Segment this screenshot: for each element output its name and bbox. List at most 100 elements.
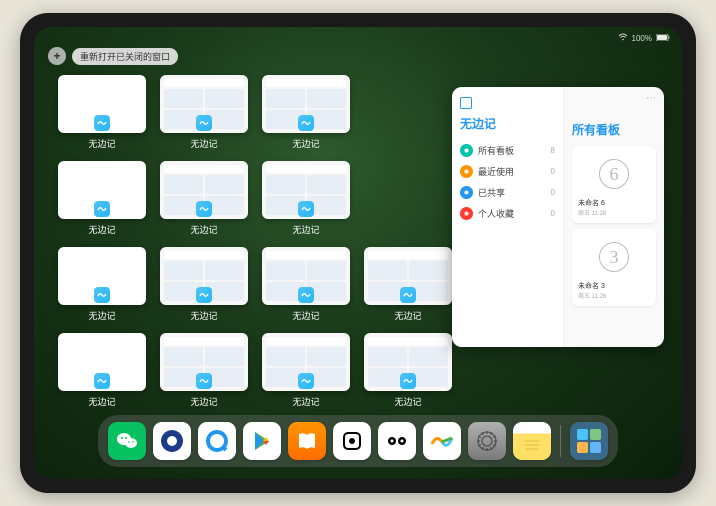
window-card[interactable]: 无边记 (58, 333, 146, 411)
new-window-button[interactable]: + (48, 47, 66, 65)
window-thumbnail[interactable] (160, 247, 248, 305)
freeform-app-icon (196, 373, 212, 389)
window-thumbnail[interactable] (160, 333, 248, 391)
sidebar-right-pane: 所有看板 6 未命名 6周五 11:28 3未命名 3周五 11:26 (564, 87, 664, 347)
sidebar-toggle-icon[interactable] (460, 97, 472, 109)
dock-app-connect[interactable] (378, 422, 416, 460)
wifi-icon (618, 33, 628, 43)
window-thumbnail[interactable] (58, 333, 146, 391)
sidebar-left-pane: 无边记 所有看板 8 最近使用0 已共享 0 个人收藏 0 (452, 87, 564, 347)
window-label: 无边记 (190, 309, 217, 322)
board-card[interactable]: 3未命名 3周五 11:26 (572, 229, 656, 306)
dock-app-dice[interactable] (333, 422, 371, 460)
ipad-screen: 100% + 重新打开已关闭的窗口 无边记无边记无边记无边记无边记无边记无边记无… (34, 27, 682, 479)
sidebar-item-icon (460, 144, 473, 157)
dock-app-books[interactable] (288, 422, 326, 460)
sidebar-item-count: 0 (551, 167, 555, 176)
dock-separator (560, 425, 561, 457)
freeform-app-icon (400, 287, 416, 303)
board-card[interactable]: 6 未命名 6周五 11:28 (572, 146, 656, 223)
window-card[interactable]: 无边记 (58, 161, 146, 239)
board-name: 未命名 6 (578, 198, 650, 208)
boards-title: 所有看板 (572, 121, 656, 138)
window-card[interactable]: 无边记 (160, 75, 248, 153)
window-thumbnail[interactable] (160, 75, 248, 133)
window-label: 无边记 (190, 137, 217, 150)
sidebar-item[interactable]: 最近使用0 (460, 161, 555, 182)
freeform-sidebar-window[interactable]: ⋯ 无边记 所有看板 8 最近使用0 已共享 0 个人收藏 0 所有看板 6 未命名 6周五 … (452, 87, 664, 347)
window-thumbnail[interactable] (262, 247, 350, 305)
dock-app-tencent-video[interactable] (153, 422, 191, 460)
window-card[interactable]: 无边记 (58, 75, 146, 153)
window-card[interactable]: 无边记 (160, 333, 248, 411)
window-thumbnail[interactable] (262, 75, 350, 133)
window-card[interactable]: 无边记 (262, 161, 350, 239)
sidebar-item-icon (460, 207, 473, 220)
window-label: 无边记 (292, 395, 319, 408)
dock-app-browser-q[interactable] (198, 422, 236, 460)
sidebar-item-label: 个人收藏 (478, 207, 514, 220)
freeform-app-icon (196, 115, 212, 131)
freeform-app-icon (94, 115, 110, 131)
battery-text: 100% (632, 34, 652, 43)
status-bar: 100% (34, 31, 682, 45)
window-label: 无边记 (190, 395, 217, 408)
window-label: 无边记 (190, 223, 217, 236)
top-controls: + 重新打开已关闭的窗口 (48, 47, 178, 65)
board-thumbnail: 6 (578, 152, 650, 196)
app-title: 无边记 (460, 115, 555, 132)
window-thumbnail[interactable] (160, 161, 248, 219)
battery-icon (656, 34, 670, 43)
freeform-app-icon (298, 115, 314, 131)
sidebar-item[interactable]: 所有看板 8 (460, 140, 555, 161)
window-label: 无边记 (292, 309, 319, 322)
window-card[interactable]: 无边记 (160, 161, 248, 239)
window-card[interactable]: 无边记 (262, 247, 350, 325)
window-card[interactable]: 无边记 (160, 247, 248, 325)
window-label: 无边记 (88, 223, 115, 236)
window-card[interactable]: 无边记 (262, 75, 350, 153)
window-card[interactable]: 无边记 (58, 247, 146, 325)
sidebar-item-label: 已共享 (478, 186, 505, 199)
freeform-app-icon (400, 373, 416, 389)
freeform-app-icon (298, 373, 314, 389)
dock-app-notes[interactable] (513, 422, 551, 460)
window-label: 无边记 (394, 309, 421, 322)
sidebar-item-label: 所有看板 (478, 144, 514, 157)
window-label: 无边记 (292, 223, 319, 236)
dock-app-wechat[interactable] (108, 422, 146, 460)
window-card[interactable]: 无边记 (364, 333, 452, 411)
freeform-app-icon (94, 287, 110, 303)
window-thumbnail[interactable] (58, 247, 146, 305)
sidebar-item[interactable]: 个人收藏 0 (460, 203, 555, 224)
board-thumbnail: 3 (578, 235, 650, 279)
reopen-closed-window-button[interactable]: 重新打开已关闭的窗口 (72, 48, 178, 65)
freeform-app-icon (94, 373, 110, 389)
freeform-app-icon (298, 201, 314, 217)
ipad-frame: 100% + 重新打开已关闭的窗口 无边记无边记无边记无边记无边记无边记无边记无… (20, 13, 696, 493)
window-label: 无边记 (88, 137, 115, 150)
dock-app-settings[interactable] (468, 422, 506, 460)
window-thumbnail[interactable] (262, 333, 350, 391)
window-thumbnail[interactable] (58, 75, 146, 133)
window-card[interactable]: 无边记 (262, 333, 350, 411)
window-card[interactable]: 无边记 (364, 247, 452, 325)
sidebar-item-count: 0 (551, 188, 555, 197)
dock-app-freeform[interactable] (423, 422, 461, 460)
sidebar-item-count: 0 (551, 209, 555, 218)
board-date: 周五 11:28 (578, 208, 650, 217)
window-thumbnail[interactable] (58, 161, 146, 219)
freeform-app-icon (94, 201, 110, 217)
dock-recent-apps[interactable] (570, 422, 608, 460)
dock (98, 415, 618, 467)
sidebar-item[interactable]: 已共享 0 (460, 182, 555, 203)
dock-app-play-store[interactable] (243, 422, 281, 460)
freeform-app-icon (196, 287, 212, 303)
window-thumbnail[interactable] (364, 247, 452, 305)
window-label: 无边记 (88, 309, 115, 322)
window-thumbnail[interactable] (364, 333, 452, 391)
sidebar-item-count: 8 (551, 146, 555, 155)
window-thumbnail[interactable] (262, 161, 350, 219)
freeform-app-icon (298, 287, 314, 303)
more-icon[interactable]: ⋯ (646, 93, 656, 104)
